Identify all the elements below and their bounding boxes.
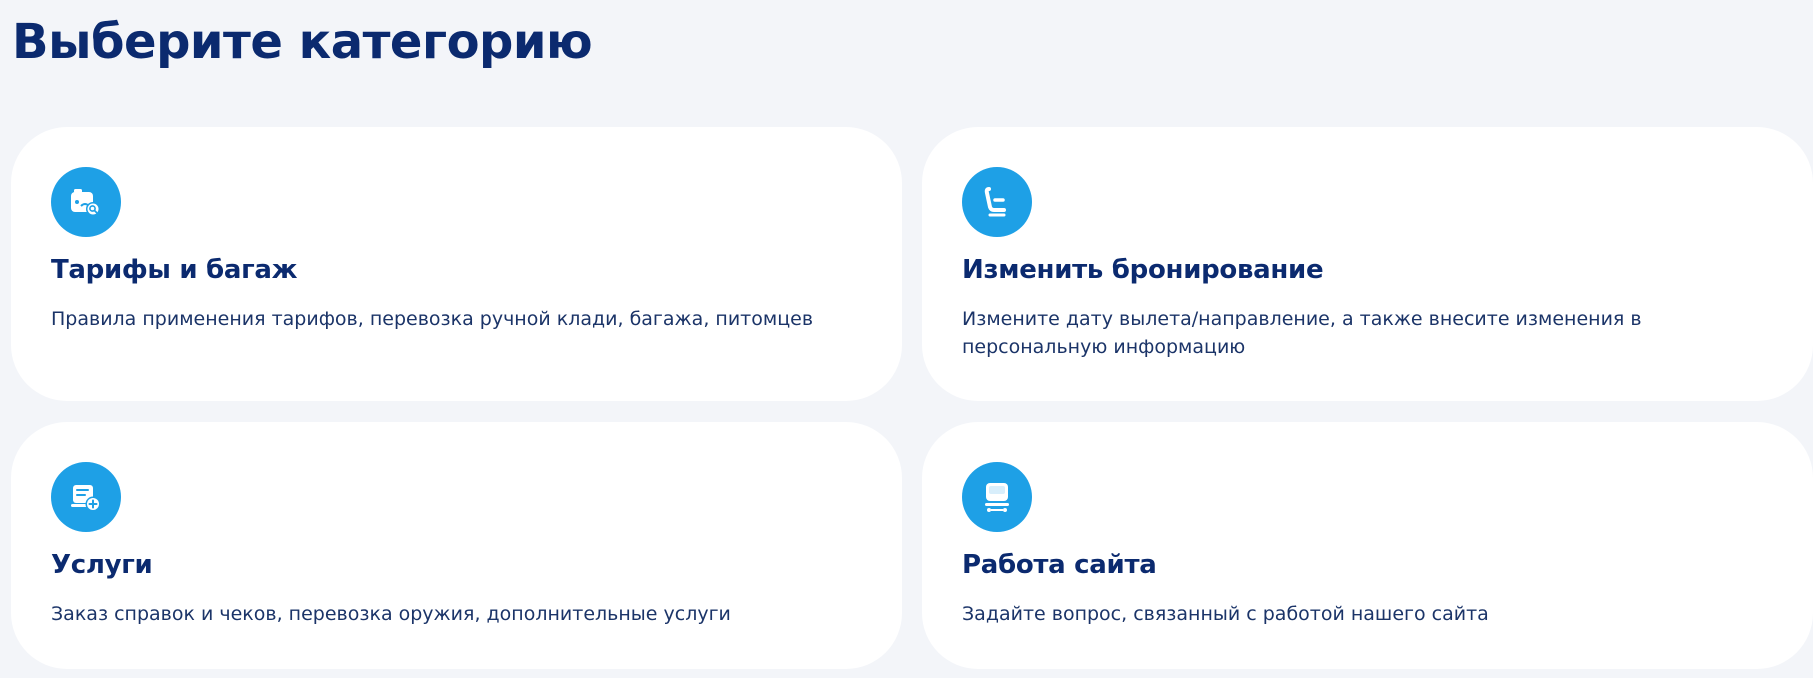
category-card-change-booking[interactable]: Изменить бронирование Измените дату выле… [922,127,1813,401]
category-description: Измените дату вылета/направление, а такж… [962,308,1642,358]
category-grid: Тарифы и багаж Правила применения тарифо… [11,127,1813,669]
seat-icon [962,167,1032,237]
category-title: Изменить бронирование [962,255,1324,285]
category-card-tariffs-baggage[interactable]: Тарифы и багаж Правила применения тарифо… [11,127,902,401]
luggage-search-icon [51,167,121,237]
category-description: Правила применения тарифов, перевозка ру… [51,308,814,330]
category-card-site-operation[interactable]: Работа сайта Задайте вопрос, связанный с… [922,422,1813,669]
category-title: Тарифы и багаж [51,255,298,285]
category-description: Задайте вопрос, связанный с работой наше… [962,603,1489,625]
page-title: Выберите категорию [12,14,593,70]
category-card-services[interactable]: Услуги Заказ справок и чеков, перевозка … [11,422,902,669]
document-add-icon [51,462,121,532]
monitor-icon [962,462,1032,532]
category-title: Услуги [51,550,153,580]
category-description: Заказ справок и чеков, перевозка оружия,… [51,603,731,625]
category-title: Работа сайта [962,550,1157,580]
